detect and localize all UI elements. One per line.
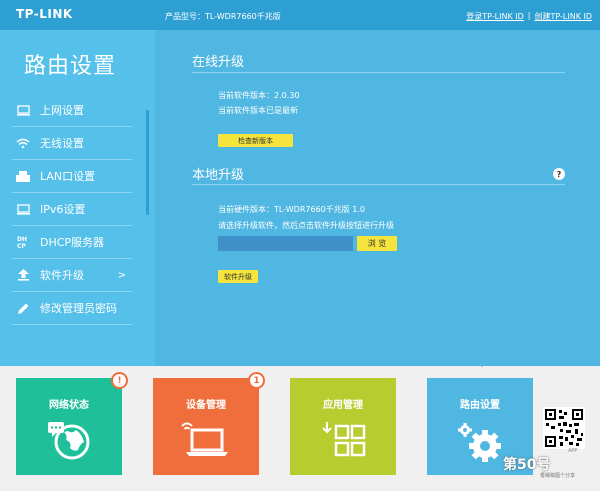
sidebar-item-firmware-upgrade[interactable]: 软件升级 > xyxy=(12,259,132,292)
sidebar-item-lan[interactable]: LAN口设置 xyxy=(12,160,132,193)
pencil-icon xyxy=(12,302,34,315)
tile-label: 设备管理 xyxy=(186,400,226,411)
globe-icon xyxy=(16,420,122,460)
sidebar-item-label: LAN口设置 xyxy=(40,170,96,183)
sidebar-item-wireless[interactable]: 无线设置 xyxy=(12,127,132,160)
model-label: 产品型号：TL-WDR7660千兆版 xyxy=(165,12,281,21)
sidebar-item-dhcp[interactable]: DH CP DHCP服务器 xyxy=(12,226,132,259)
current-software-version: 当前软件版本：2.0.30 xyxy=(218,91,300,100)
apps-grid-icon xyxy=(290,420,396,462)
tile-device-management[interactable]: 设备管理 1 xyxy=(153,372,265,475)
chevron-right-icon: > xyxy=(117,269,126,281)
upload-icon xyxy=(12,269,34,281)
qr-code xyxy=(543,407,585,449)
sidebar-item-admin-password[interactable]: 修改管理员密码 xyxy=(12,292,132,325)
alert-badge: ! xyxy=(111,372,128,389)
dhcp-icon: DH CP xyxy=(12,235,34,249)
bottom-nav: 网络状态 ! 设备管理 1 应用管理 路由设置 APP 第50号 香橼稿图个分享 xyxy=(0,366,600,491)
main-panel: 在线升级 当前软件版本：2.0.30 当前软件版本已是最新 检查新版本 本地升级… xyxy=(155,30,600,366)
tplink-logo: TP-LINK xyxy=(16,7,73,21)
tile-label: 路由设置 xyxy=(460,400,500,411)
watermark-text: 第50号 xyxy=(503,457,551,473)
link-separator: | xyxy=(527,11,531,20)
laptop-icon xyxy=(153,420,259,458)
check-update-button[interactable]: 检查新版本 xyxy=(218,134,293,147)
sidebar-item-label: IPv6设置 xyxy=(40,203,86,216)
sidebar-item-label: 软件升级 xyxy=(40,269,84,282)
active-tile-pointer xyxy=(474,360,490,367)
sidebar-item-internet[interactable]: 上网设置 xyxy=(12,94,132,127)
local-upgrade-title: 本地升级 xyxy=(192,168,245,183)
device-count-badge: 1 xyxy=(248,372,265,389)
sidebar-menu: 上网设置 无线设置 LAN口设置 IPv6设置 DH CP DHCP服务器 软件… xyxy=(12,94,132,325)
sidebar-item-label: 无线设置 xyxy=(40,137,84,150)
sidebar-item-label: 修改管理员密码 xyxy=(40,302,117,315)
browse-button[interactable]: 浏 览 xyxy=(357,236,397,251)
hardware-version: 当前硬件版本：TL-WDR7660千兆版 1.0 xyxy=(218,205,366,214)
software-status: 当前软件版本已是最新 xyxy=(218,106,298,115)
svg-text:CP: CP xyxy=(17,243,26,249)
create-tplink-id-link[interactable]: 创建TP-LINK ID xyxy=(534,11,592,22)
tile-network-status[interactable]: 网络状态 ! xyxy=(16,372,128,475)
section-divider xyxy=(192,72,565,73)
account-links: 登录TP-LINK ID | 创建TP-LINK ID xyxy=(466,11,592,22)
upgrade-instruction: 请选择升级软件，然后点击软件升级按钮进行升级 xyxy=(218,221,394,230)
monitor-icon xyxy=(12,203,34,215)
sidebar-item-ipv6[interactable]: IPv6设置 xyxy=(12,193,132,226)
sidebar: 路由设置 上网设置 无线设置 LAN口设置 IPv6设置 DH CP DHCP服… xyxy=(0,30,155,366)
tile-label: 应用管理 xyxy=(323,400,363,411)
firmware-upgrade-button[interactable]: 软件升级 xyxy=(218,270,258,283)
login-tplink-id-link[interactable]: 登录TP-LINK ID xyxy=(466,11,524,22)
top-bar: TP-LINK 产品型号：TL-WDR7660千兆版 登录TP-LINK ID … xyxy=(0,0,600,30)
svg-text:DH: DH xyxy=(17,236,27,243)
tile-app-management[interactable]: 应用管理 xyxy=(290,378,396,475)
lan-icon xyxy=(12,170,34,182)
firmware-file-input[interactable] xyxy=(218,236,353,251)
sidebar-scrollbar[interactable] xyxy=(146,110,149,215)
wifi-icon xyxy=(12,138,34,149)
sidebar-title: 路由设置 xyxy=(24,54,117,79)
tile-label: 网络状态 xyxy=(49,400,89,411)
online-upgrade-title: 在线升级 xyxy=(192,55,245,70)
sidebar-item-label: DHCP服务器 xyxy=(40,236,105,249)
watermark-side-text: APP xyxy=(568,448,578,454)
watermark-subtext: 香橼稿图个分享 xyxy=(540,473,576,479)
monitor-icon xyxy=(12,104,34,116)
section-divider xyxy=(192,184,565,185)
help-icon[interactable]: ? xyxy=(553,168,565,180)
sidebar-item-label: 上网设置 xyxy=(40,104,84,117)
